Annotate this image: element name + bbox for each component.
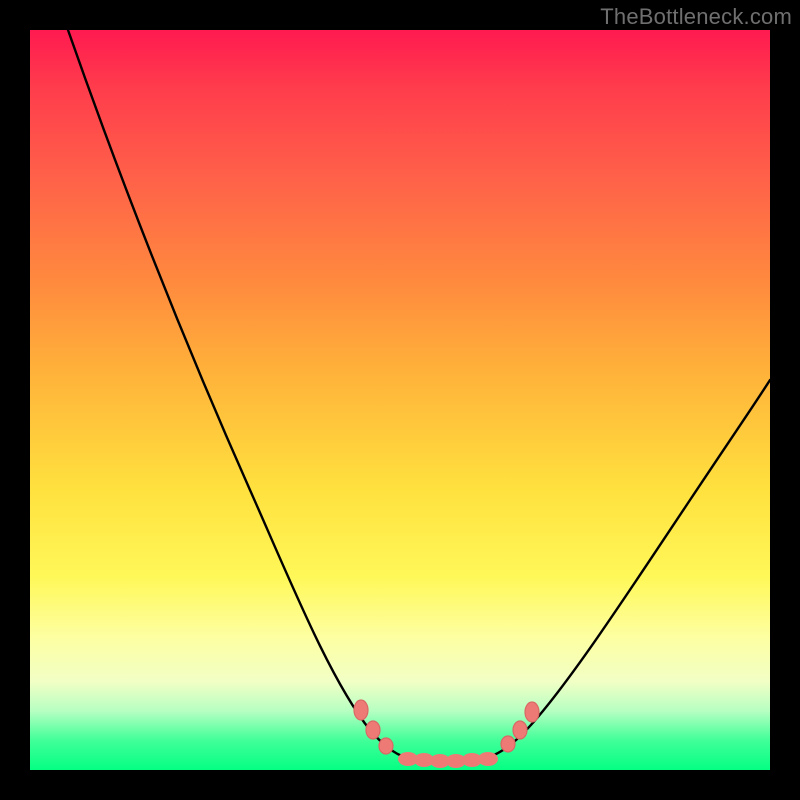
flat-marker bbox=[478, 752, 498, 766]
right-slope-marker bbox=[513, 721, 527, 739]
bottleneck-curve bbox=[30, 30, 770, 770]
curve-left-branch bbox=[68, 30, 438, 760]
watermark-text: TheBottleneck.com bbox=[600, 4, 792, 30]
left-slope-marker bbox=[366, 721, 380, 739]
left-slope-marker bbox=[379, 738, 393, 754]
plot-area bbox=[30, 30, 770, 770]
left-slope-marker bbox=[354, 700, 368, 720]
chart-frame: TheBottleneck.com bbox=[0, 0, 800, 800]
right-slope-marker bbox=[525, 702, 539, 722]
right-slope-marker bbox=[501, 736, 515, 752]
curve-right-branch bbox=[486, 380, 770, 758]
